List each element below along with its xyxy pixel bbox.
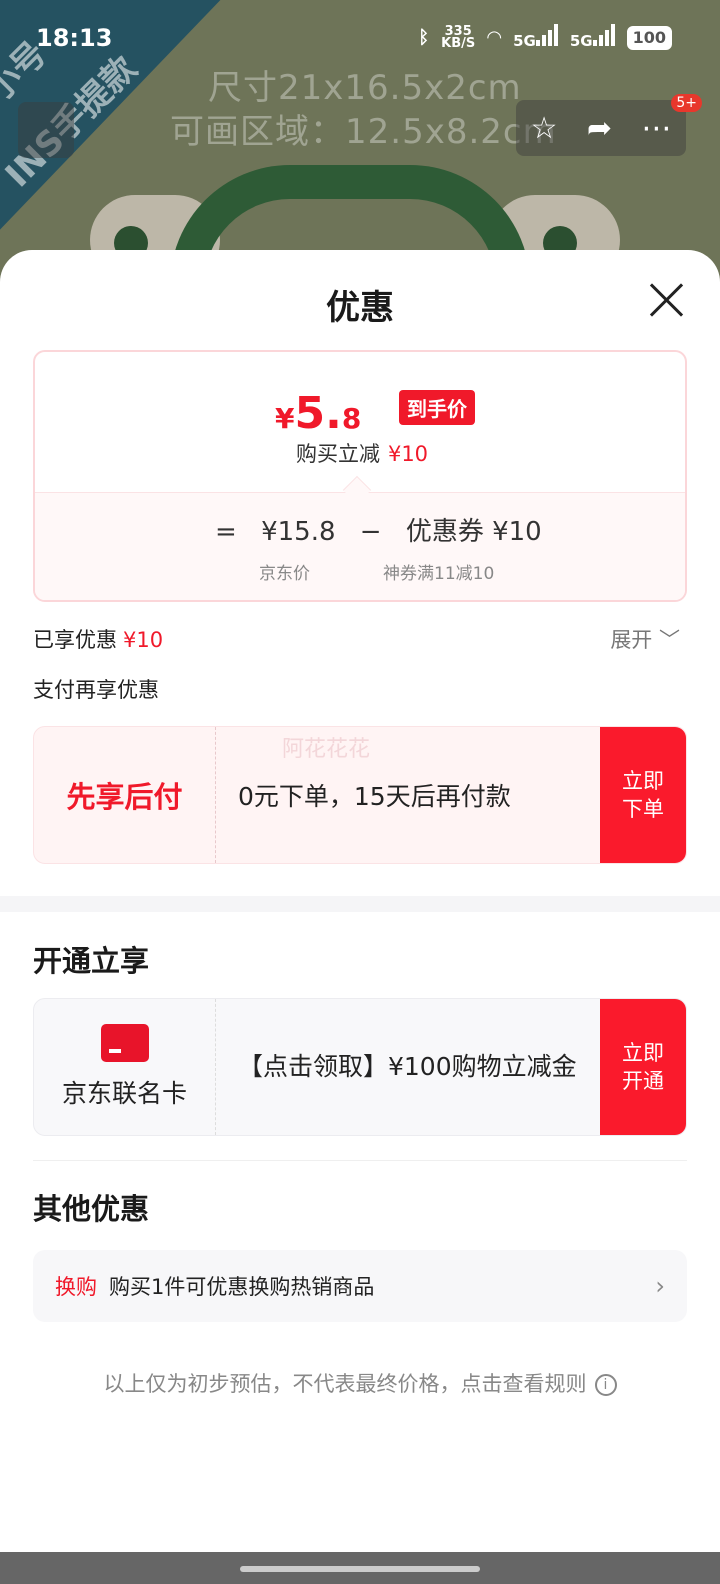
- pay-again-label: 支付再享优惠: [33, 678, 159, 702]
- share-icon[interactable]: ➦: [587, 111, 612, 146]
- enjoyed-discount: 已享优惠 ¥10: [33, 628, 164, 652]
- ghost-watermark: 阿花花花: [282, 737, 371, 762]
- more-icon[interactable]: ⋯: [641, 111, 671, 146]
- coupon-amount: 优惠券 ¥10: [405, 517, 542, 547]
- status-time: 18:13: [36, 24, 113, 52]
- jd-price: ¥15.8: [261, 517, 336, 547]
- battery-indicator: 100: [626, 25, 672, 50]
- cobrand-card: 京东联名卡: [34, 999, 216, 1135]
- jd-price-label: 京东价: [259, 564, 310, 584]
- favorite-star-icon[interactable]: ☆: [531, 111, 558, 146]
- coupon-label: 神券满11减10: [383, 564, 495, 584]
- price-formula: = ¥15.8 − 优惠券 ¥10: [215, 517, 542, 547]
- final-price-tag: 到手价: [399, 390, 475, 425]
- pay-later-row[interactable]: 先享后付 阿花花花 0元下单，15天后再付款 立即下单: [33, 726, 687, 864]
- open-now-button[interactable]: 立即开通: [600, 999, 686, 1135]
- back-button[interactable]: [18, 102, 74, 158]
- swap-tag: 换购: [55, 1275, 97, 1299]
- expand-button[interactable]: 展开 ﹀: [610, 624, 680, 654]
- status-bar: 18:13 ᛒ 335 KB/S ◠ 5G 5G 100: [0, 0, 720, 80]
- rules-footnote[interactable]: 以上仅为初步预估，不代表最终价格，点击查看规则 i: [0, 1368, 720, 1398]
- network-speed: 335 KB/S: [441, 23, 476, 51]
- credit-card-icon: [100, 1024, 149, 1062]
- info-icon[interactable]: i: [594, 1374, 617, 1396]
- message-badge: 5+: [671, 94, 702, 112]
- signal-5g-1: 5G: [513, 24, 558, 51]
- final-price-area: ¥5.8 到手价 购买立减 ¥10: [35, 352, 685, 492]
- wifi-icon: ◠: [487, 27, 502, 48]
- top-action-bar: ☆ ➦ ⋯ 5+: [516, 94, 702, 156]
- price-summary-card: ¥5.8 到手价 购买立减 ¥10 = ¥15.8 − 优惠券 ¥10 京东价 神…: [33, 350, 687, 602]
- pay-later-title: 先享后付: [34, 727, 216, 863]
- signal-5g-2: 5G: [570, 24, 615, 51]
- bluetooth-icon: ᛒ: [418, 27, 430, 48]
- home-indicator[interactable]: [240, 1566, 480, 1572]
- cobrand-card-title: 京东联名卡: [61, 1079, 187, 1108]
- chevron-right-icon: ›: [655, 1272, 665, 1300]
- sheet-title: 优惠: [326, 288, 394, 328]
- cobrand-card-row[interactable]: 京东联名卡 【点击领取】¥100购物立减金 立即开通: [33, 998, 687, 1136]
- other-section-title: 其他优惠: [33, 1192, 150, 1226]
- cobrand-desc: 【点击领取】¥100购物立减金: [238, 1052, 577, 1081]
- purchase-reduction: 购买立减 ¥10: [295, 442, 429, 466]
- order-now-button[interactable]: 立即下单: [600, 727, 686, 863]
- final-price: ¥5.8: [275, 388, 362, 439]
- status-icons: ᛒ 335 KB/S ◠ 5G 5G 100: [418, 24, 672, 51]
- discount-sheet: 优惠 ¥5.8 到手价 购买立减 ¥10 = ¥15.8 − 优惠券 ¥10 京东…: [0, 250, 720, 1584]
- close-icon[interactable]: [646, 280, 686, 320]
- swap-desc: 购买1件可优惠换购热销商品: [109, 1275, 375, 1299]
- price-breakdown: = ¥15.8 − 优惠券 ¥10 京东价 神券满11减10: [35, 492, 685, 600]
- divider-line: [33, 1160, 687, 1161]
- pay-later-desc: 阿花花花 0元下单，15天后再付款: [216, 727, 600, 863]
- swap-purchase-row[interactable]: 换购 购买1件可优惠换购热销商品 ›: [33, 1250, 687, 1322]
- product-area-text: 可画区域：12.5x8.2cm: [170, 112, 557, 152]
- section-divider: [0, 896, 720, 912]
- open-section-title: 开通立享: [33, 944, 150, 978]
